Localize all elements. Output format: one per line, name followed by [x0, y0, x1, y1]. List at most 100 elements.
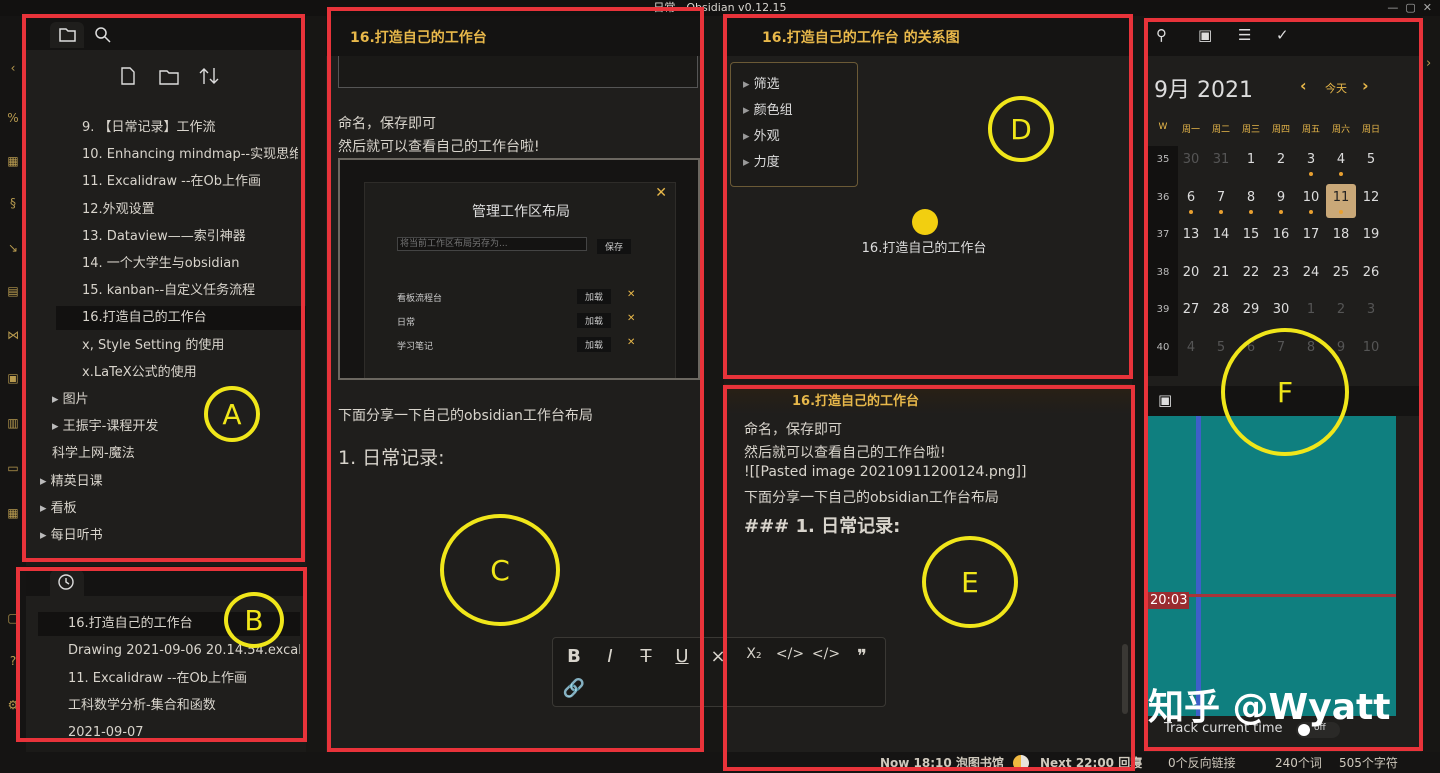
code-block-icon[interactable]: </> [811, 646, 841, 662]
graph-filter-section[interactable]: ▸ 力度 [743, 151, 780, 170]
source-line-4[interactable]: 下面分享一下自己的obsidian工作台布局 [744, 487, 999, 507]
clip-icon[interactable]: § [6, 196, 20, 210]
calendar-day[interactable]: 12 [1356, 190, 1386, 205]
source-heading[interactable]: ### 1. 日常记录: [744, 512, 900, 538]
calendar-day[interactable]: 2 [1326, 302, 1356, 317]
chevron-right-icon[interactable]: ▸ [52, 419, 63, 434]
calendar-day[interactable]: 26 [1356, 265, 1386, 280]
calendar-day[interactable]: 4 [1176, 340, 1206, 355]
calendar-day[interactable]: 30 [1266, 302, 1296, 317]
graph-title[interactable]: 16.打造自己的工作台 的关系图 [762, 27, 960, 47]
link-icon[interactable]: 🔗 [559, 678, 589, 699]
tree-file[interactable]: 12.外观设置 [82, 198, 298, 222]
strikethrough-icon[interactable]: T [631, 646, 661, 667]
code-icon[interactable]: </> [775, 646, 805, 662]
calendar-tab-icon[interactable]: ▣ [1198, 26, 1212, 44]
load-layout-button[interactable]: 加载 [577, 337, 612, 352]
week-number[interactable]: 38 [1148, 267, 1178, 278]
open-icon[interactable]: ↘ [6, 241, 20, 255]
today-button[interactable]: 今天 [1325, 80, 1347, 96]
help-icon[interactable]: ? [6, 654, 20, 668]
calendar-day[interactable]: 29 [1236, 302, 1266, 317]
calendar-day[interactable]: 30 [1176, 152, 1206, 167]
source-title[interactable]: 16.打造自己的工作台 [792, 390, 919, 409]
calendar-day[interactable]: 10 [1296, 190, 1326, 205]
graph-icon[interactable]: ⋈ [6, 328, 20, 342]
delete-layout-icon[interactable]: ✕ [627, 289, 635, 300]
subscript-icon[interactable]: X₂ [739, 646, 769, 662]
tree-file[interactable]: 13. Dataview——索引神器 [82, 225, 298, 249]
tree-folder[interactable]: ▸ 王振宇-课程开发 [52, 415, 298, 439]
files-tab[interactable] [50, 22, 84, 48]
grid-icon[interactable]: ▦ [6, 506, 20, 520]
doc-icon[interactable]: ▤ [6, 284, 20, 298]
dialog-save-button[interactable]: 保存 [597, 239, 632, 254]
tree-folder[interactable]: ▸ 看板 [40, 497, 298, 521]
tree-file[interactable]: 9. 【日常记录】工作流 [82, 116, 298, 140]
dialog-close-icon[interactable]: ✕ [655, 185, 667, 201]
calendar-day[interactable]: 23 [1266, 265, 1296, 280]
calendar-day[interactable]: 5 [1356, 152, 1386, 167]
week-number[interactable]: 39 [1148, 304, 1178, 315]
bold-icon[interactable]: B [559, 646, 589, 667]
tree-file[interactable]: 14. 一个大学生与obsidian [82, 252, 298, 276]
calendar-day[interactable]: 4 [1326, 152, 1356, 167]
source-line-2[interactable]: 然后就可以查看自己的工作台啦! [744, 442, 946, 462]
tree-file[interactable]: x.LaTeX公式的使用 [82, 361, 298, 385]
calendar-day[interactable]: 1 [1296, 302, 1326, 317]
calendar-day[interactable]: 9 [1266, 190, 1296, 205]
editor-tab-title[interactable]: 16.打造自己的工作台 [350, 27, 487, 47]
calendar-day[interactable]: 8 [1236, 190, 1266, 205]
calendar-day[interactable]: 20 [1176, 265, 1206, 280]
chevron-right-icon[interactable]: ▸ [40, 501, 51, 516]
calendar-day[interactable]: 7 [1206, 190, 1236, 205]
list-tab-icon[interactable]: ☰ [1238, 26, 1251, 44]
tree-folder[interactable]: ▸ 每日听书 [40, 524, 298, 548]
calendar-day[interactable]: 14 [1206, 227, 1236, 242]
calendar-day[interactable]: 2 [1266, 152, 1296, 167]
delete-layout-icon[interactable]: ✕ [627, 313, 635, 324]
calendar-day[interactable]: 13 [1176, 227, 1206, 242]
new-note-button[interactable] [118, 66, 138, 86]
chevron-right-icon[interactable]: ▸ [40, 528, 51, 543]
calendar-day[interactable]: 22 [1236, 265, 1266, 280]
new-folder-button[interactable] [158, 66, 180, 86]
table-icon[interactable]: ▦ [6, 154, 20, 168]
graph-node[interactable] [912, 209, 938, 235]
quote-icon[interactable]: ❞ [847, 646, 877, 667]
layout-name-input[interactable] [397, 237, 587, 251]
check-tab-icon[interactable]: ✓ [1276, 26, 1289, 44]
calendar-day[interactable]: 16 [1266, 227, 1296, 242]
calendar-day[interactable]: 15 [1236, 227, 1266, 242]
recent-item[interactable]: 11. Excalidraw --在Ob上作画 [38, 667, 300, 691]
collapse-icon[interactable]: ‹ [6, 61, 20, 75]
graph-filter-section[interactable]: ▸ 筛选 [743, 73, 780, 92]
source-line-1[interactable]: 命名，保存即可 [744, 419, 842, 439]
load-layout-button[interactable]: 加载 [577, 313, 612, 328]
delete-layout-icon[interactable]: ✕ [627, 337, 635, 348]
outline-tab-icon[interactable]: ⚲ [1156, 26, 1167, 44]
calendar-icon[interactable]: ▣ [6, 371, 20, 385]
load-layout-button[interactable]: 加载 [577, 289, 612, 304]
calendar-day[interactable]: 19 [1356, 227, 1386, 242]
underline-icon[interactable]: U [667, 646, 697, 667]
template-icon[interactable]: ▥ [6, 416, 20, 430]
calendar-day[interactable]: 10 [1356, 340, 1386, 355]
calendar-day[interactable]: 1 [1236, 152, 1266, 167]
window-controls[interactable]: — ▢ ✕ [1387, 0, 1432, 16]
calendar-day[interactable]: 6 [1176, 190, 1206, 205]
expand-right-icon[interactable]: › [1426, 56, 1431, 71]
scrollbar-thumb[interactable] [1122, 644, 1128, 714]
recent-item[interactable]: 2021-09-07 [38, 721, 300, 745]
vault-icon[interactable]: ▢ [6, 611, 20, 625]
calendar-day[interactable]: 31 [1206, 152, 1236, 167]
week-number[interactable]: 35 [1148, 154, 1178, 165]
calendar-day[interactable]: 24 [1296, 265, 1326, 280]
settings-icon[interactable]: ⚙ [6, 698, 20, 712]
calendar-day[interactable]: 28 [1206, 302, 1236, 317]
status-backlinks[interactable]: 0个反向链接 [1168, 754, 1236, 771]
tree-file[interactable]: 科学上网-魔法 [52, 442, 298, 466]
calendar-day[interactable]: 3 [1296, 152, 1326, 167]
source-embed-link[interactable]: ![[Pasted image 20210911200124.png]] [744, 464, 1026, 480]
recent-tab[interactable] [50, 570, 84, 596]
